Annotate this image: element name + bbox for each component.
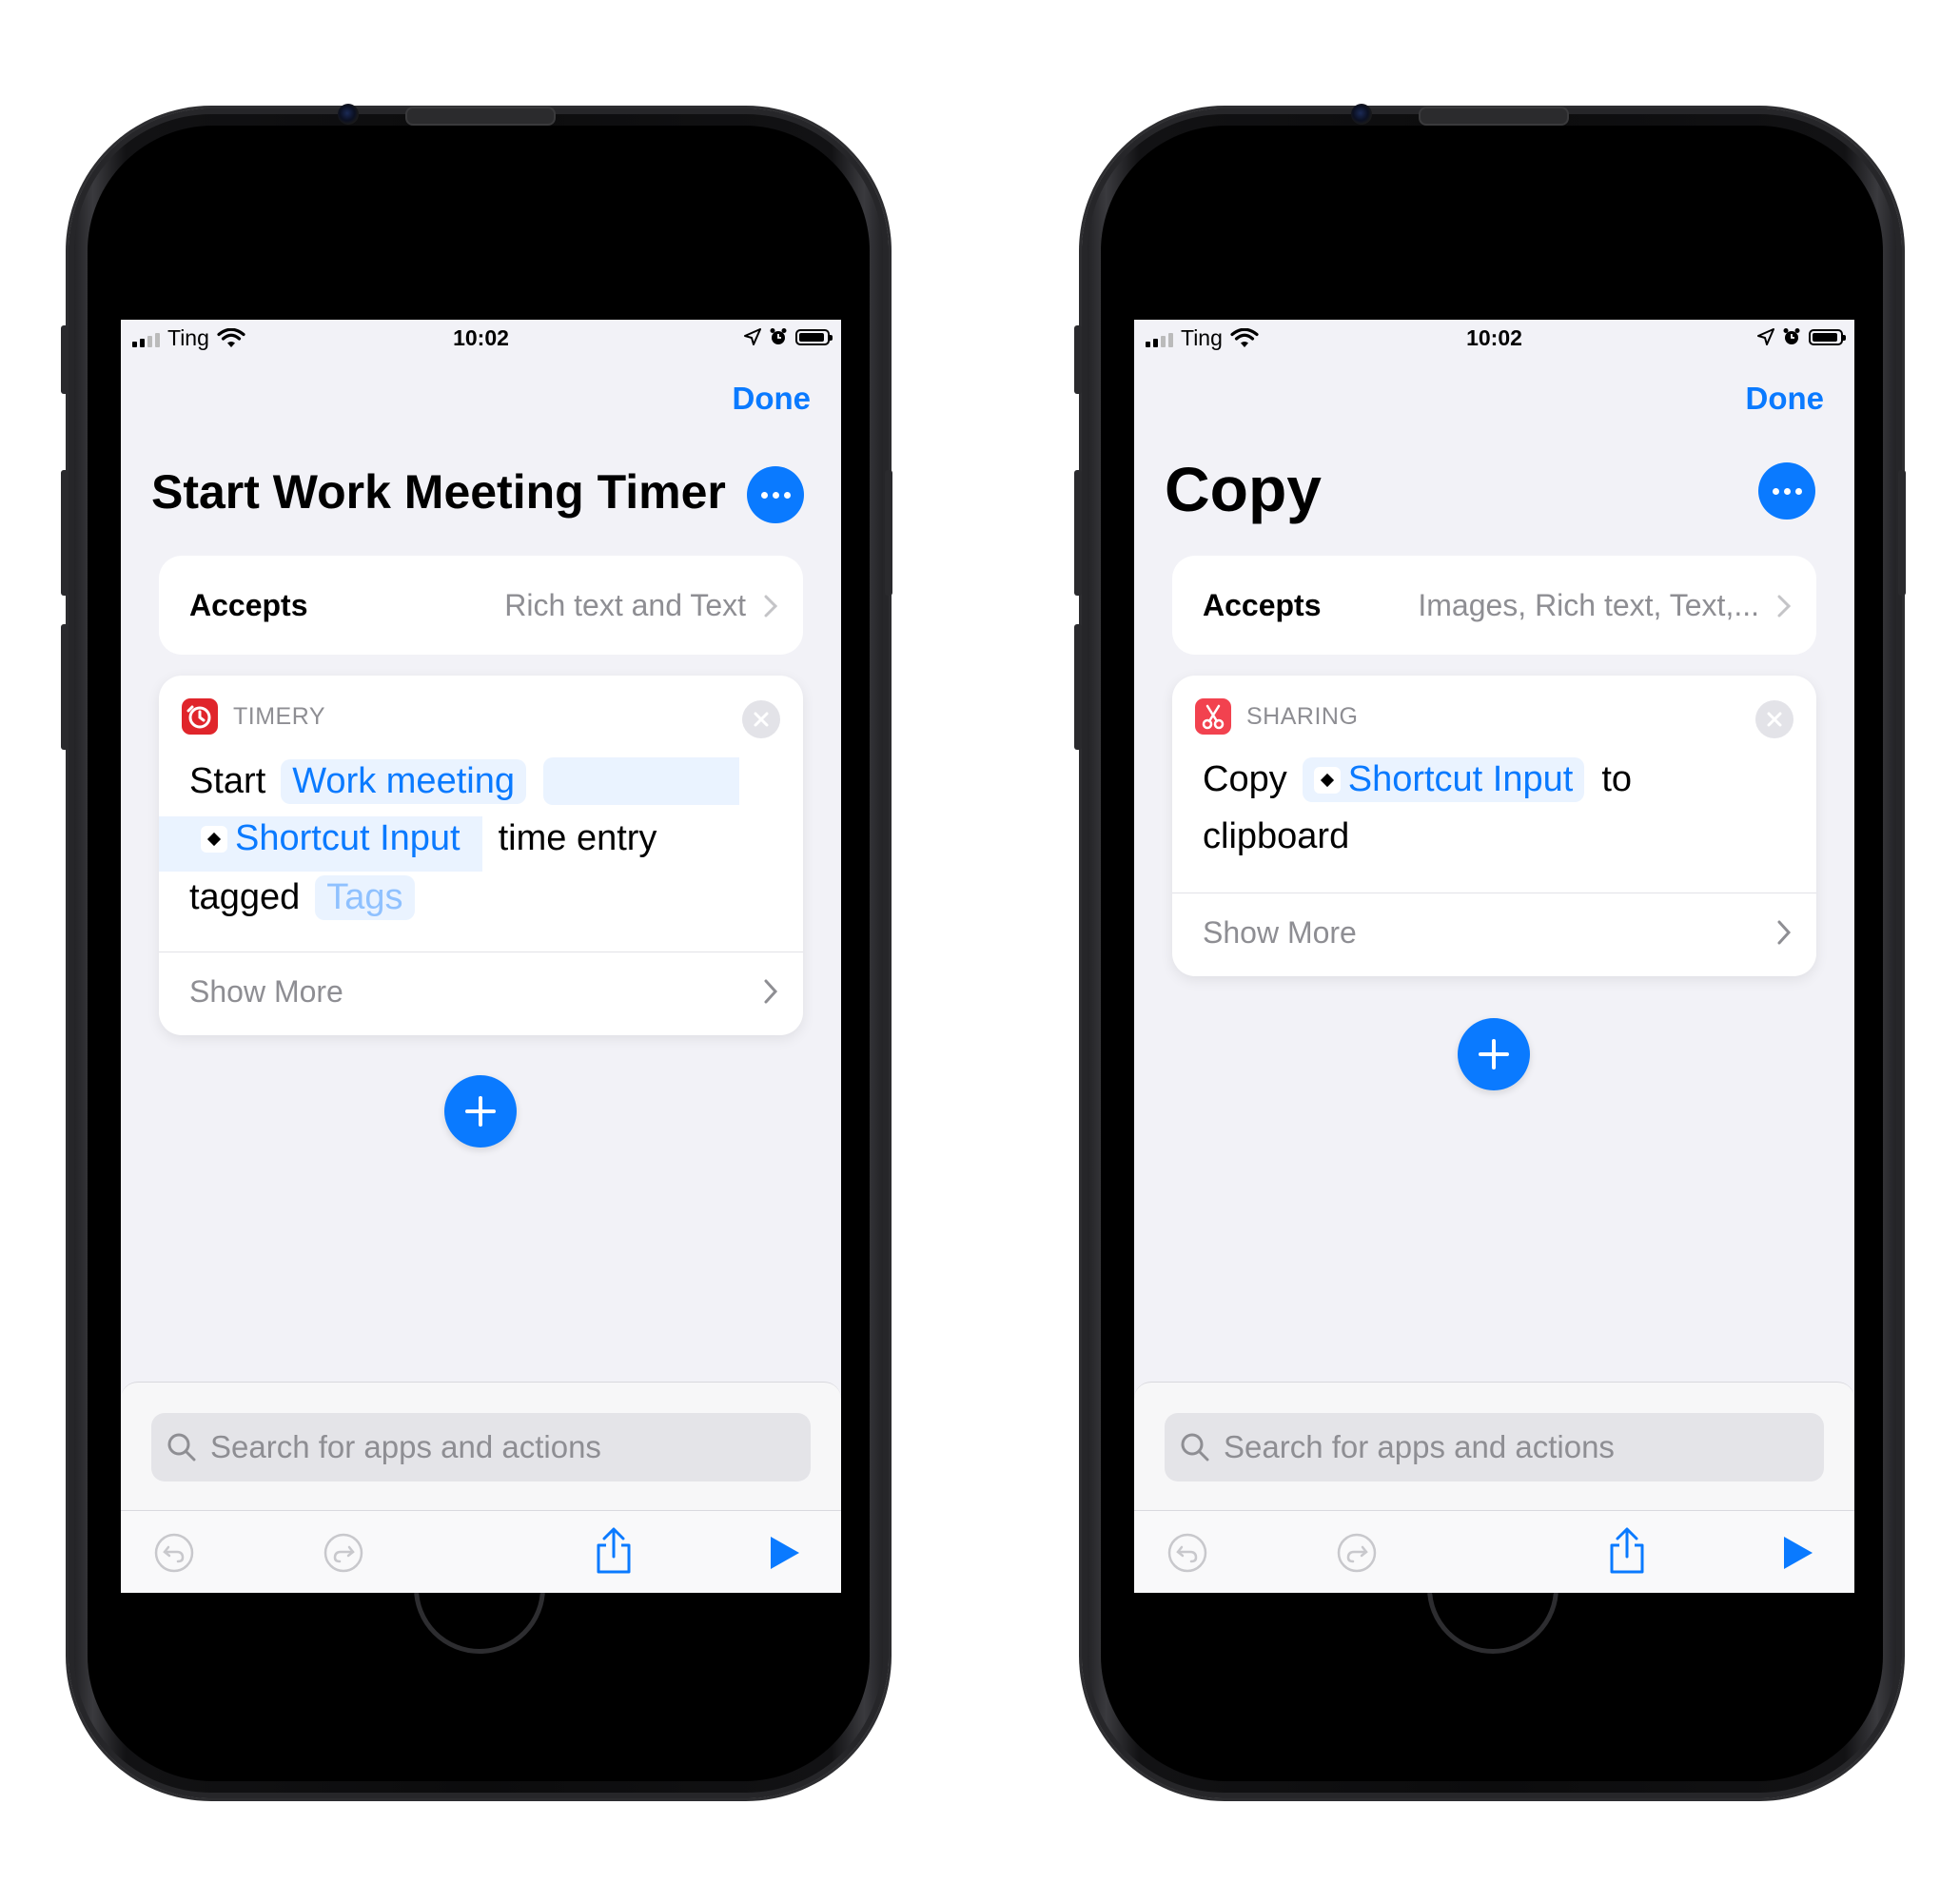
action-text-to: to <box>1601 759 1633 799</box>
right-screen: Ting 10:02 Done Copy Accepts Images, Ric… <box>1134 320 1854 1593</box>
tags-token[interactable]: Tags <box>315 875 415 920</box>
location-arrow-icon <box>744 328 761 345</box>
more-options-button[interactable] <box>747 466 804 523</box>
status-time: 10:02 <box>1466 325 1522 350</box>
shortcuts-icon <box>1313 766 1341 794</box>
volume-down-button <box>61 624 69 750</box>
earpiece-speaker <box>1419 107 1569 126</box>
chevron-right-icon <box>1777 595 1792 618</box>
close-icon <box>1767 712 1782 727</box>
location-arrow-icon <box>1757 328 1774 345</box>
shortcut-title[interactable]: Start Work Meeting Timer <box>151 464 726 520</box>
plus-icon <box>465 1096 496 1127</box>
search-bar[interactable]: Search for apps and actions <box>1165 1413 1824 1481</box>
scissors-app-icon <box>1195 698 1231 735</box>
volume-up-button <box>1074 470 1082 596</box>
show-more-button[interactable]: Show More <box>1203 915 1357 951</box>
share-icon[interactable] <box>1606 1526 1648 1576</box>
front-camera <box>338 104 359 125</box>
more-dot-icon <box>1783 487 1791 495</box>
shortcut-input-label: Shortcut Input <box>1347 759 1574 799</box>
project-empty-token[interactable] <box>542 757 739 805</box>
search-placeholder: Search for apps and actions <box>1224 1429 1615 1464</box>
shortcut-input-token[interactable]: Shortcut Input <box>1302 757 1585 802</box>
action-app-name: TIMERY <box>233 702 325 730</box>
more-dot-icon <box>760 491 768 499</box>
volume-up-button <box>61 470 69 596</box>
undo-icon[interactable] <box>1166 1532 1208 1574</box>
action-card[interactable]: SHARING Copy Shortcut Input to clipboard… <box>1172 676 1816 976</box>
add-action-button[interactable] <box>1458 1018 1530 1090</box>
editor-toolbar <box>121 1510 841 1593</box>
battery-icon <box>1809 328 1846 345</box>
share-icon[interactable] <box>593 1526 635 1576</box>
run-play-icon[interactable] <box>1781 1534 1815 1572</box>
status-bar: Ting 10:02 <box>1134 320 1854 360</box>
remove-action-button[interactable] <box>742 700 780 738</box>
accepts-row[interactable]: Accepts Rich text and Text <box>159 556 803 655</box>
search-bar[interactable]: Search for apps and actions <box>151 1413 811 1481</box>
timery-app-icon <box>182 698 218 735</box>
more-dot-icon <box>783 491 791 499</box>
editor-toolbar <box>1134 1510 1854 1593</box>
power-button <box>885 470 892 596</box>
search-placeholder: Search for apps and actions <box>210 1429 601 1464</box>
undo-icon[interactable] <box>153 1532 195 1574</box>
alarm-icon <box>1783 328 1800 344</box>
accepts-row[interactable]: Accepts Images, Rich text, Text,... <box>1172 556 1816 655</box>
shortcuts-icon <box>201 825 227 853</box>
more-dot-icon <box>1772 487 1779 495</box>
earpiece-speaker <box>405 107 556 126</box>
show-more-button[interactable]: Show More <box>189 974 343 1010</box>
status-bar: Ting 10:02 <box>121 320 841 360</box>
add-action-button[interactable] <box>444 1075 517 1148</box>
redo-icon[interactable] <box>1336 1532 1378 1574</box>
accepts-label: Accepts <box>189 588 308 622</box>
action-text-clipboard: clipboard <box>1203 816 1350 856</box>
alarm-icon <box>770 328 787 344</box>
more-dot-icon <box>1794 487 1802 495</box>
accepts-value: Rich text and Text <box>504 588 746 622</box>
remove-action-button[interactable] <box>1755 700 1793 738</box>
power-button <box>1898 470 1906 596</box>
plus-icon <box>1479 1039 1509 1069</box>
action-text-tagged: tagged <box>189 877 301 917</box>
accepts-label: Accepts <box>1203 588 1322 622</box>
action-card[interactable]: TIMERY Start Work meeting Shortcut Input… <box>159 676 803 1035</box>
more-options-button[interactable] <box>1758 462 1815 520</box>
work-meeting-token[interactable]: Work meeting <box>281 758 526 804</box>
accepts-value: Images, Rich text, Text,... <box>1418 588 1759 622</box>
action-text-copy: Copy <box>1203 759 1287 799</box>
action-text-start: Start <box>189 760 266 801</box>
done-button[interactable]: Done <box>733 381 812 417</box>
more-dot-icon <box>772 491 779 499</box>
chevron-right-icon <box>1777 920 1792 945</box>
run-play-icon[interactable] <box>768 1534 802 1572</box>
volume-down-button <box>1074 624 1082 750</box>
mute-switch <box>61 325 69 394</box>
action-app-name: SHARING <box>1246 702 1359 730</box>
mute-switch <box>1074 325 1082 394</box>
left-screen: Ting 10:02 Done Start Work Meeting Timer… <box>121 320 841 1593</box>
close-icon <box>754 712 769 727</box>
done-button[interactable]: Done <box>1746 381 1825 417</box>
search-icon <box>167 1433 196 1462</box>
shortcut-title[interactable]: Copy <box>1165 453 1322 525</box>
chevron-right-icon <box>764 979 778 1004</box>
shortcut-input-token[interactable]: Shortcut Input <box>189 816 472 861</box>
redo-icon[interactable] <box>323 1532 364 1574</box>
front-camera <box>1351 104 1372 125</box>
status-time: 10:02 <box>453 325 509 350</box>
actions-panel: Search for apps and actions <box>121 1382 841 1593</box>
battery-icon <box>795 328 833 345</box>
search-icon <box>1181 1433 1209 1462</box>
action-text-time-entry: time entry <box>498 818 657 858</box>
shortcut-input-label: Shortcut Input <box>235 818 461 858</box>
chevron-right-icon <box>764 595 778 618</box>
actions-panel: Search for apps and actions <box>1134 1382 1854 1593</box>
